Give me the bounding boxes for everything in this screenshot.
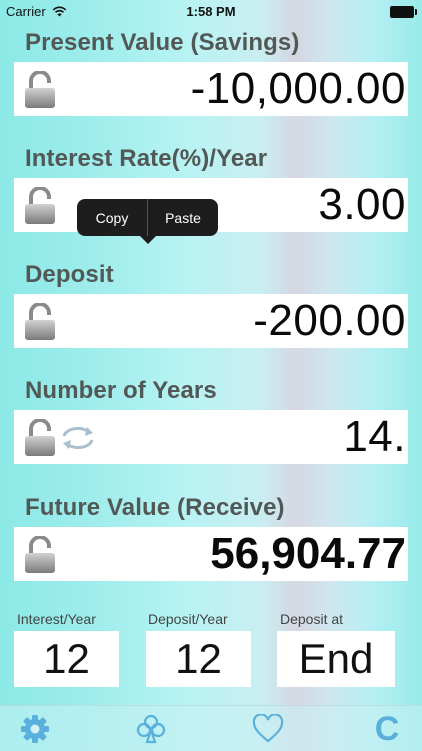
status-left: Carrier <box>6 4 67 19</box>
future-value-title: Future Value (Receive) <box>25 494 285 521</box>
status-time: 1:58 PM <box>186 4 236 19</box>
lock-icon[interactable] <box>23 71 57 109</box>
interest-rate-title: Interest Rate(%)/Year <box>25 145 268 172</box>
interest-rate-value: 3.00 <box>318 180 406 229</box>
deposit-per-year-button[interactable]: 12 <box>146 631 251 687</box>
menu-arrow <box>140 236 156 244</box>
battery-icon <box>390 6 417 18</box>
heart-icon <box>252 714 284 743</box>
tab-bar: C <box>0 705 422 751</box>
deposit-title: Deposit <box>25 261 114 288</box>
paste-button[interactable]: Paste <box>148 199 218 236</box>
clear-tab[interactable]: C <box>370 712 404 746</box>
number-of-years-value: 14. <box>343 412 406 461</box>
lock-icon[interactable] <box>23 187 57 225</box>
number-of-years-field[interactable]: 14. <box>14 410 408 464</box>
gear-icon <box>21 715 49 743</box>
carrier-label: Carrier <box>6 4 46 19</box>
lock-icon[interactable] <box>23 419 57 457</box>
deposit-field[interactable]: -200.00 <box>14 294 408 348</box>
number-of-years-title: Number of Years <box>25 377 217 404</box>
cycle-icon[interactable] <box>58 424 98 452</box>
club-tab[interactable] <box>134 712 168 746</box>
favorites-tab[interactable] <box>251 712 285 746</box>
copy-button[interactable]: Copy <box>77 199 147 236</box>
future-value-value: 56,904.77 <box>210 529 406 578</box>
c-icon: C <box>374 710 400 748</box>
deposit-value: -200.00 <box>253 296 406 345</box>
present-value-title: Present Value (Savings) <box>25 29 300 56</box>
deposit-at-label: Deposit at <box>280 611 344 627</box>
lock-icon[interactable] <box>23 536 57 574</box>
interest-per-year-button[interactable]: 12 <box>14 631 119 687</box>
status-bar: Carrier 1:58 PM <box>0 0 422 22</box>
settings-tab[interactable] <box>18 712 52 746</box>
wifi-icon <box>52 6 66 17</box>
present-value-field[interactable]: -10,000.00 <box>14 62 408 116</box>
deposit-at-button[interactable]: End <box>277 631 395 687</box>
club-icon <box>136 714 166 744</box>
future-value-field[interactable]: 56,904.77 <box>14 527 408 581</box>
interest-per-year-label: Interest/Year <box>17 611 96 627</box>
present-value-value: -10,000.00 <box>190 64 406 113</box>
deposit-per-year-label: Deposit/Year <box>148 611 228 627</box>
copy-paste-menu: Copy Paste <box>77 199 218 244</box>
lock-icon[interactable] <box>23 303 57 341</box>
